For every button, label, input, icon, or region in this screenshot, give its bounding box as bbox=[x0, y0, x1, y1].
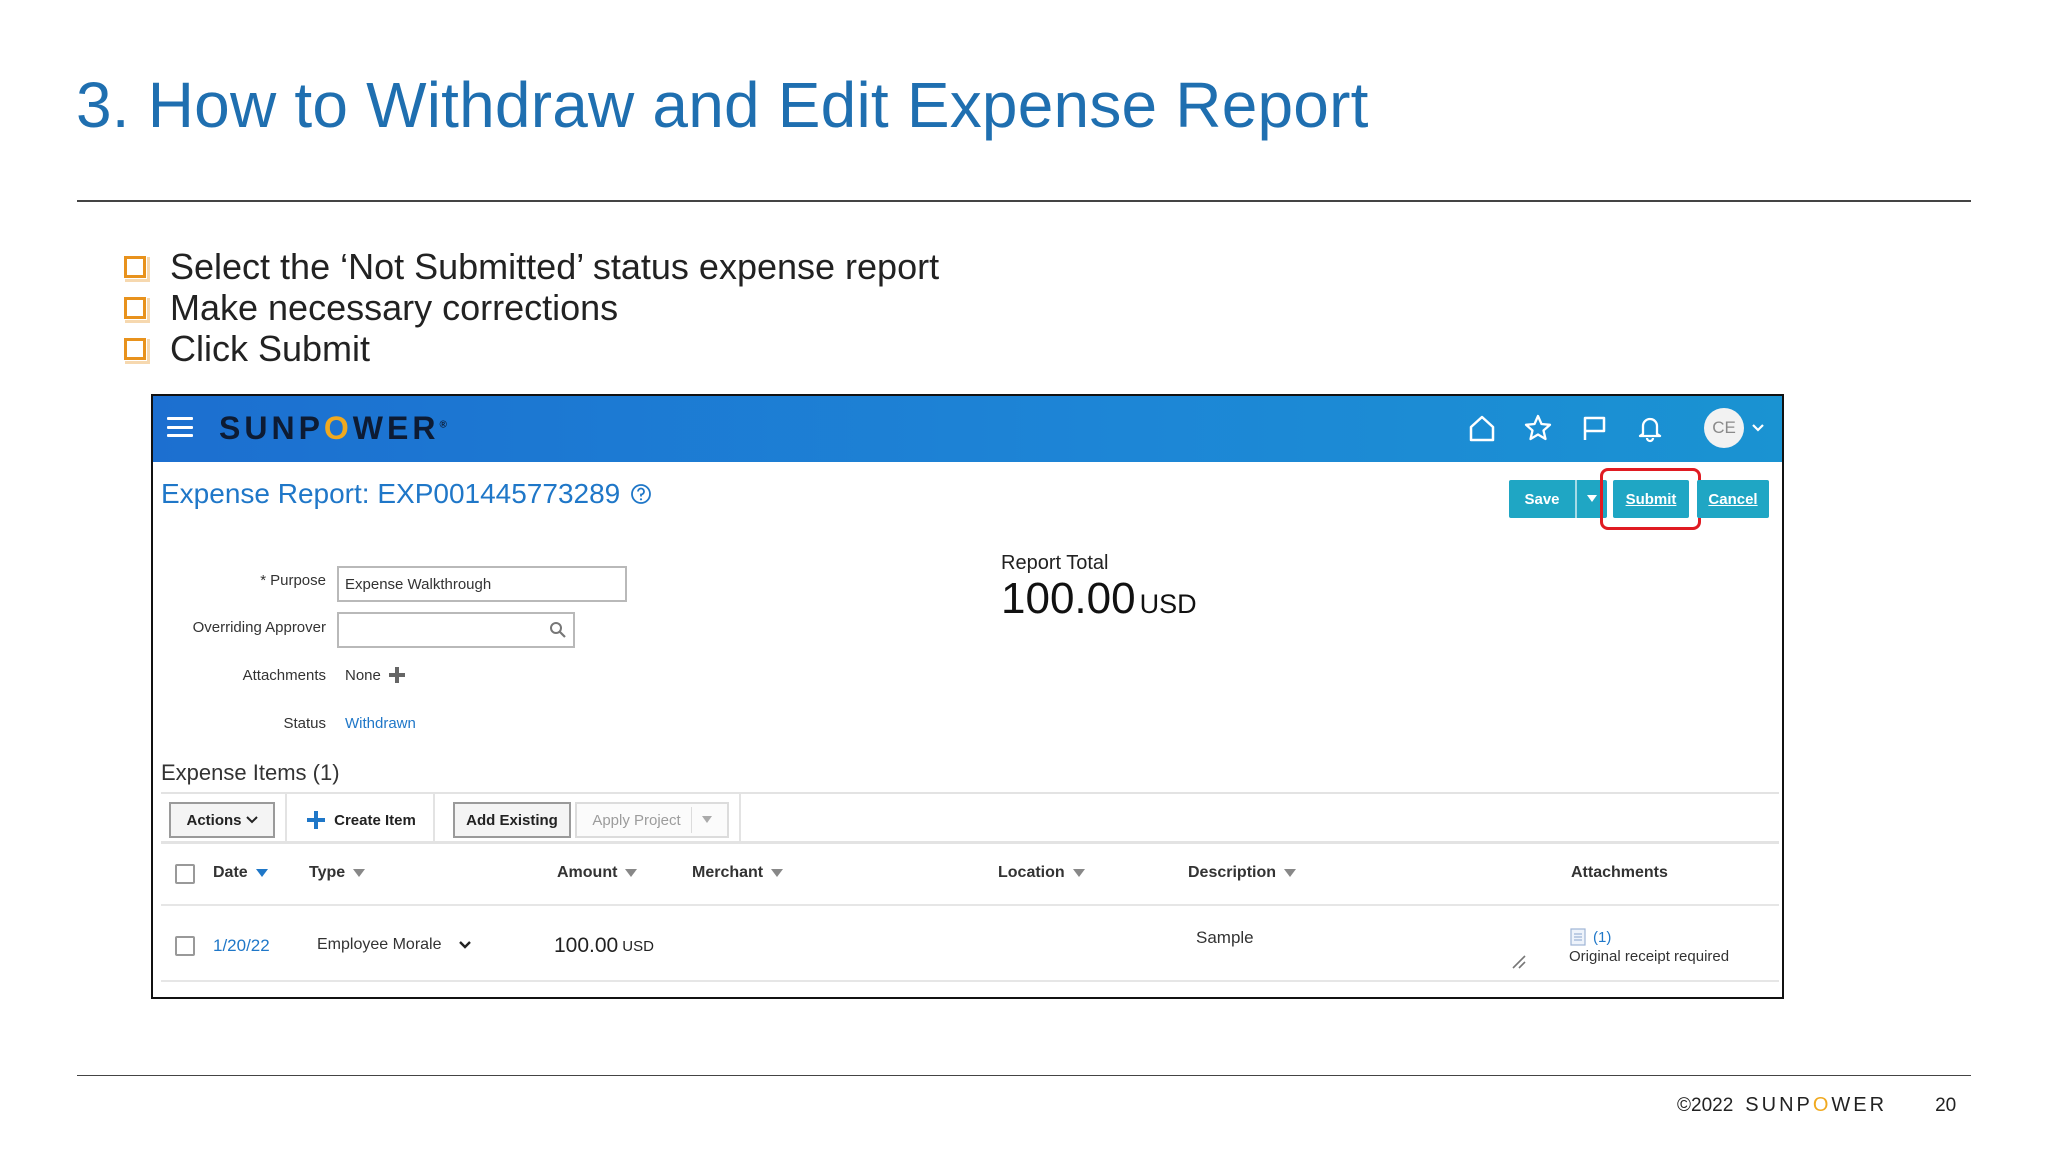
attachments-label: Attachments bbox=[242, 667, 326, 684]
caret-down-icon bbox=[701, 816, 712, 823]
sort-caret-icon bbox=[1072, 869, 1085, 877]
cancel-button[interactable]: Cancel bbox=[1697, 480, 1769, 518]
document-icon bbox=[1570, 928, 1586, 946]
attachment-note: Original receipt required bbox=[1569, 948, 1730, 965]
sort-caret-icon bbox=[1284, 869, 1297, 877]
slide-footer: ©2022 SUNPOWER 20 bbox=[1677, 1094, 1956, 1117]
attachment-link[interactable]: (1) bbox=[1569, 928, 1611, 946]
status-label: Status bbox=[283, 715, 326, 732]
expense-report-screenshot: SUNPOWER® CE Expense Report: EXP00144577… bbox=[151, 394, 1784, 999]
search-icon[interactable] bbox=[549, 621, 567, 639]
approver-label: Overriding Approver bbox=[192, 619, 326, 636]
purpose-field[interactable]: Expense Walkthrough bbox=[337, 566, 627, 602]
menu-icon[interactable] bbox=[167, 417, 193, 437]
chevron-down-icon[interactable] bbox=[1750, 420, 1766, 436]
title-divider bbox=[77, 200, 1971, 202]
column-date[interactable]: Date bbox=[213, 864, 268, 882]
actions-menu-button[interactable]: Actions bbox=[169, 802, 275, 838]
slide-title: 3. How to Withdraw and Edit Expense Repo… bbox=[76, 69, 1369, 141]
instruction-item: Click Submit bbox=[124, 328, 939, 369]
report-total-value: 100.00 USD bbox=[1001, 574, 1197, 623]
column-type[interactable]: Type bbox=[309, 864, 366, 882]
expense-items-toolbar: Actions Create Item Add Existing Apply P… bbox=[161, 792, 1779, 844]
row-type[interactable]: Employee Morale bbox=[317, 936, 472, 954]
column-location[interactable]: Location bbox=[998, 864, 1085, 882]
purpose-label: * Purpose bbox=[260, 572, 326, 589]
column-attachments: Attachments bbox=[1571, 864, 1668, 881]
plus-icon bbox=[307, 811, 326, 829]
expense-items-title: Expense Items (1) bbox=[161, 760, 340, 785]
row-description: Sample bbox=[1196, 928, 1254, 947]
instruction-list: Select the ‘Not Submitted’ status expens… bbox=[124, 246, 939, 369]
checkbox-bullet-icon bbox=[124, 337, 150, 364]
row-date[interactable]: 1/20/22 bbox=[213, 936, 270, 956]
bell-icon[interactable] bbox=[1633, 411, 1667, 445]
add-existing-button[interactable]: Add Existing bbox=[453, 802, 571, 838]
instruction-item: Select the ‘Not Submitted’ status expens… bbox=[124, 246, 939, 287]
chevron-down-icon bbox=[245, 816, 258, 824]
create-item-button[interactable]: Create Item bbox=[301, 802, 421, 838]
row-amount: 100.00 USD bbox=[554, 934, 654, 957]
page-number: 20 bbox=[1935, 1094, 1957, 1116]
copyright-text: ©2022 bbox=[1677, 1094, 1734, 1116]
checkbox-bullet-icon bbox=[124, 255, 150, 282]
resize-handle-icon[interactable] bbox=[1511, 954, 1527, 970]
star-icon[interactable] bbox=[1521, 411, 1555, 445]
footer-sunpower-logo: SUNPOWER bbox=[1745, 1094, 1888, 1116]
chevron-down-icon bbox=[458, 941, 471, 949]
save-label[interactable]: Save bbox=[1509, 491, 1575, 508]
avatar[interactable]: CE bbox=[1704, 408, 1744, 448]
apply-project-button: Apply Project bbox=[575, 802, 729, 838]
row-checkbox[interactable] bbox=[175, 936, 195, 956]
submit-highlight-box bbox=[1600, 468, 1701, 530]
attachments-value: None bbox=[345, 665, 407, 685]
sort-caret-icon bbox=[255, 869, 268, 877]
table-row: 1/20/22 Employee Morale 100.00 USD Sample… bbox=[161, 906, 1779, 982]
status-value: Withdrawn bbox=[345, 715, 416, 732]
sort-caret-icon bbox=[353, 869, 366, 877]
user-menu[interactable]: CE bbox=[1704, 408, 1766, 448]
approver-search-field[interactable] bbox=[337, 612, 575, 648]
sort-caret-icon bbox=[771, 869, 784, 877]
help-icon[interactable] bbox=[630, 483, 652, 505]
column-merchant[interactable]: Merchant bbox=[692, 864, 784, 882]
sort-caret-icon bbox=[625, 869, 638, 877]
report-total-label: Report Total bbox=[1001, 552, 1109, 574]
add-attachment-icon[interactable] bbox=[387, 665, 407, 685]
checkbox-bullet-icon bbox=[124, 296, 150, 323]
row-attachments: (1) Original receipt required bbox=[1569, 928, 1729, 965]
column-description[interactable]: Description bbox=[1188, 864, 1297, 882]
global-nav-icons bbox=[1465, 411, 1667, 445]
save-button[interactable]: Save bbox=[1509, 480, 1607, 518]
sunpower-logo: SUNPOWER® bbox=[219, 410, 447, 446]
flag-icon[interactable] bbox=[1577, 411, 1611, 445]
footer-divider bbox=[77, 1075, 1971, 1076]
expense-items-header: Date Type Amount Merchant Location Descr… bbox=[161, 844, 1779, 906]
instruction-item: Make necessary corrections bbox=[124, 287, 939, 328]
column-amount[interactable]: Amount bbox=[557, 864, 638, 882]
app-header-bar: SUNPOWER® CE bbox=[153, 396, 1782, 462]
home-icon[interactable] bbox=[1465, 411, 1499, 445]
page-heading: Expense Report: EXP001445773289 bbox=[161, 478, 652, 510]
select-all-checkbox[interactable] bbox=[175, 864, 195, 884]
